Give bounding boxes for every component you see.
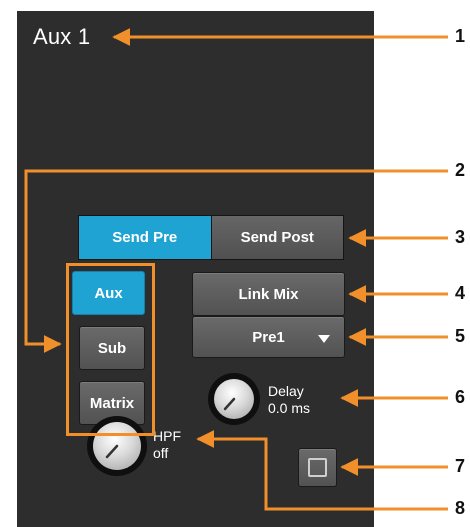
callout-number-3: 3: [455, 227, 466, 247]
delay-value: 0.0 ms: [268, 400, 311, 416]
panel-title: Aux 1: [33, 24, 91, 49]
callout-number-6: 6: [455, 387, 466, 407]
delay-readout: Delay 0.0 ms: [268, 383, 310, 417]
send-post-button[interactable]: Send Post: [210, 216, 343, 259]
knob-indicator-icon: [223, 397, 236, 411]
callout-number-2: 2: [455, 160, 466, 180]
send-toggle: Send Pre Send Post: [78, 215, 344, 260]
callout-number-4: 4: [455, 283, 466, 303]
callout-number-5: 5: [455, 326, 466, 346]
hpf-value: off: [153, 445, 169, 461]
toggle-square-button[interactable]: [298, 448, 337, 487]
callout-number-1: 1: [455, 26, 466, 46]
bus-group-highlight: [66, 263, 155, 436]
send-pre-button[interactable]: Send Pre: [79, 216, 211, 259]
chevron-down-icon: [318, 335, 330, 343]
delay-label: Delay: [268, 383, 304, 399]
hpf-label: HPF: [153, 428, 181, 444]
link-mix-button[interactable]: Link Mix: [192, 272, 345, 316]
callout-number-8: 8: [455, 498, 466, 518]
square-icon: [308, 458, 327, 477]
delay-knob[interactable]: [208, 373, 260, 425]
callout-number-7: 7: [455, 456, 466, 476]
hpf-readout: HPF off: [153, 428, 181, 462]
tap-point-value: Pre1: [252, 328, 285, 346]
